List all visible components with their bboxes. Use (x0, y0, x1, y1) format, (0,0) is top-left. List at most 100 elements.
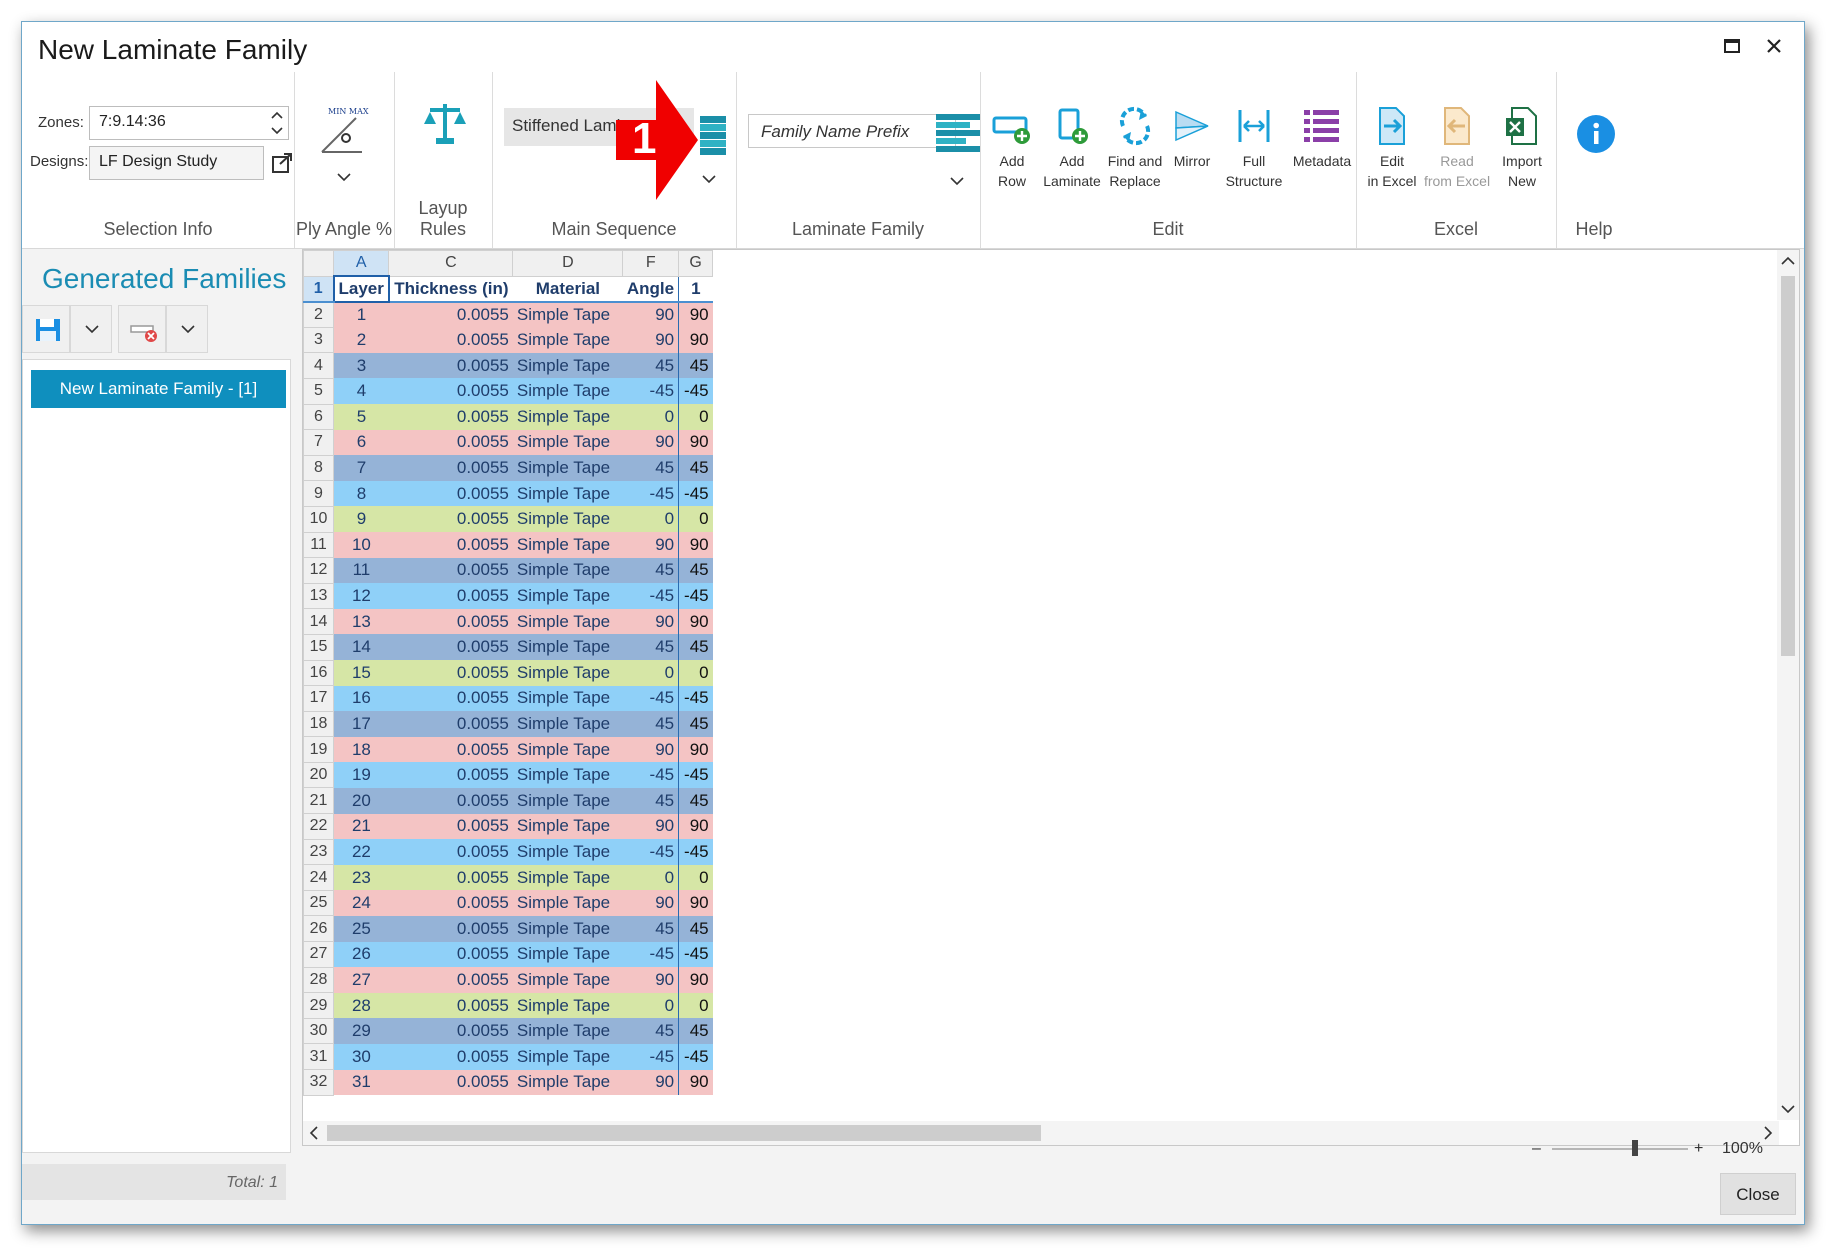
grid-cell[interactable]: 90 (622, 813, 679, 840)
grid-cell[interactable]: 0.0055 (388, 787, 513, 814)
row-number[interactable]: 24 (303, 864, 334, 891)
row-number[interactable]: 6 (303, 403, 334, 431)
laminate-grid[interactable]: A C D F G 1 Layer Thickness (in) Materia… (302, 249, 1800, 1146)
vertical-scroll-thumb[interactable] (1781, 276, 1795, 656)
grid-cell[interactable]: 17 (333, 711, 389, 737)
row-number[interactable]: 32 (303, 1069, 334, 1096)
header-cell[interactable]: Material (512, 276, 623, 303)
grid-cell[interactable]: 1 (333, 301, 389, 328)
row-number[interactable]: 19 (303, 736, 334, 763)
add-laminate-button[interactable]: Add Laminate (1042, 106, 1102, 191)
row-number[interactable]: 26 (303, 915, 334, 943)
grid-cell[interactable]: 45 (622, 455, 679, 481)
column-letter[interactable]: C (388, 250, 514, 277)
row-number[interactable]: 30 (303, 1017, 334, 1045)
row-number[interactable]: 13 (303, 582, 334, 610)
edit-in-excel-button[interactable]: Edit in Excel (1364, 106, 1420, 191)
grid-cell[interactable]: 0.0055 (388, 1043, 513, 1070)
grid-cell[interactable]: 45 (678, 1018, 713, 1044)
grid-cell[interactable]: 90 (622, 429, 679, 456)
laminate-family-icon[interactable] (936, 114, 980, 154)
grid-cell[interactable]: 0.0055 (388, 378, 513, 405)
grid-cell[interactable]: Simple Tape (512, 608, 623, 635)
grid-cell[interactable]: 90 (678, 736, 713, 763)
row-number[interactable]: 29 (303, 992, 334, 1019)
row-number[interactable]: 5 (303, 377, 334, 405)
grid-cell[interactable]: 0.0055 (388, 685, 513, 712)
row-number[interactable]: 10 (303, 505, 334, 533)
grid-cell[interactable]: 25 (333, 915, 389, 942)
row-number[interactable]: 9 (303, 480, 334, 507)
grid-cell[interactable]: 0.0055 (388, 736, 513, 763)
grid-cell[interactable]: 5 (333, 404, 389, 430)
vertical-scrollbar[interactable] (1777, 250, 1799, 1120)
header-cell[interactable]: Thickness (in) (388, 276, 513, 303)
grid-cell[interactable]: 90 (678, 967, 713, 993)
row-number[interactable]: 14 (303, 608, 334, 635)
grid-cell[interactable]: Simple Tape (512, 480, 623, 507)
grid-cell[interactable]: Simple Tape (512, 711, 623, 737)
grid-cell[interactable]: 7 (333, 455, 389, 481)
grid-cell[interactable]: Simple Tape (512, 736, 623, 763)
grid-cell[interactable]: 11 (333, 557, 389, 584)
grid-cell[interactable]: 0.0055 (388, 941, 513, 968)
delete-button[interactable] (118, 305, 166, 353)
grid-cell[interactable]: 0.0055 (388, 327, 513, 353)
grid-cell[interactable]: 0 (678, 992, 713, 1019)
layer-stack-icon[interactable] (700, 116, 726, 156)
header-cell[interactable]: Layer (332, 275, 390, 303)
grid-cell[interactable]: -45 (678, 378, 713, 405)
grid-cell[interactable]: 0.0055 (388, 480, 513, 507)
grid-cell[interactable]: 13 (333, 608, 389, 635)
grid-cell[interactable]: 0.0055 (388, 813, 513, 840)
grid-cell[interactable]: 45 (622, 634, 679, 660)
import-new-button[interactable]: Import New (1494, 106, 1550, 191)
grid-cell[interactable]: 12 (333, 583, 389, 609)
grid-cell[interactable]: 0.0055 (388, 532, 513, 558)
corner-cell[interactable] (303, 250, 334, 277)
grid-cell[interactable]: 4 (333, 378, 389, 405)
grid-cell[interactable]: 0.0055 (388, 352, 513, 379)
grid-cell[interactable]: Simple Tape (512, 583, 623, 609)
grid-cell[interactable]: 45 (622, 787, 679, 814)
grid-cell[interactable]: 23 (333, 864, 389, 891)
grid-cell[interactable]: 0 (622, 404, 679, 430)
row-number[interactable]: 16 (303, 659, 334, 687)
grid-cell[interactable]: Simple Tape (512, 762, 623, 788)
grid-cell[interactable]: -45 (622, 378, 679, 405)
zoom-slider[interactable] (1552, 1148, 1688, 1150)
grid-cell[interactable]: -45 (678, 941, 713, 968)
grid-cell[interactable]: 45 (678, 915, 713, 942)
grid-cell[interactable]: 45 (678, 557, 713, 584)
row-number[interactable]: 22 (303, 813, 334, 840)
grid-cell[interactable]: 0.0055 (388, 557, 513, 584)
metadata-button[interactable]: Metadata (1290, 106, 1354, 171)
grid-cell[interactable]: 45 (622, 915, 679, 942)
add-row-button[interactable]: Add Row (990, 106, 1034, 191)
grid-cell[interactable]: Simple Tape (512, 532, 623, 558)
grid-cell[interactable]: 19 (333, 762, 389, 788)
delete-dropdown-button[interactable] (166, 305, 208, 353)
info-icon[interactable] (1576, 114, 1616, 154)
grid-cell[interactable]: 0 (622, 660, 679, 686)
grid-cell[interactable]: 0 (678, 660, 713, 686)
grid-cell[interactable]: Simple Tape (512, 404, 623, 430)
row-number[interactable]: 20 (303, 761, 334, 789)
grid-cell[interactable]: 45 (678, 455, 713, 481)
grid-cell[interactable]: 31 (333, 1069, 389, 1096)
grid-cell[interactable]: 0 (678, 506, 713, 533)
full-structure-button[interactable]: Full Structure (1222, 106, 1286, 191)
grid-cell[interactable]: 0.0055 (388, 660, 513, 686)
grid-cell[interactable]: 45 (622, 557, 679, 584)
grid-cell[interactable]: 14 (333, 634, 389, 660)
grid-cell[interactable]: -45 (678, 480, 713, 507)
grid-cell[interactable]: 0.0055 (388, 915, 513, 942)
grid-cell[interactable]: Simple Tape (512, 506, 623, 533)
row-number[interactable]: 21 (303, 787, 334, 815)
grid-cell[interactable]: Simple Tape (512, 967, 623, 993)
save-button[interactable] (22, 305, 70, 353)
grid-cell[interactable]: 28 (333, 992, 389, 1019)
chevron-down-icon[interactable] (337, 170, 351, 184)
grid-cell[interactable]: Simple Tape (512, 941, 623, 968)
grid-cell[interactable]: 29 (333, 1018, 389, 1044)
